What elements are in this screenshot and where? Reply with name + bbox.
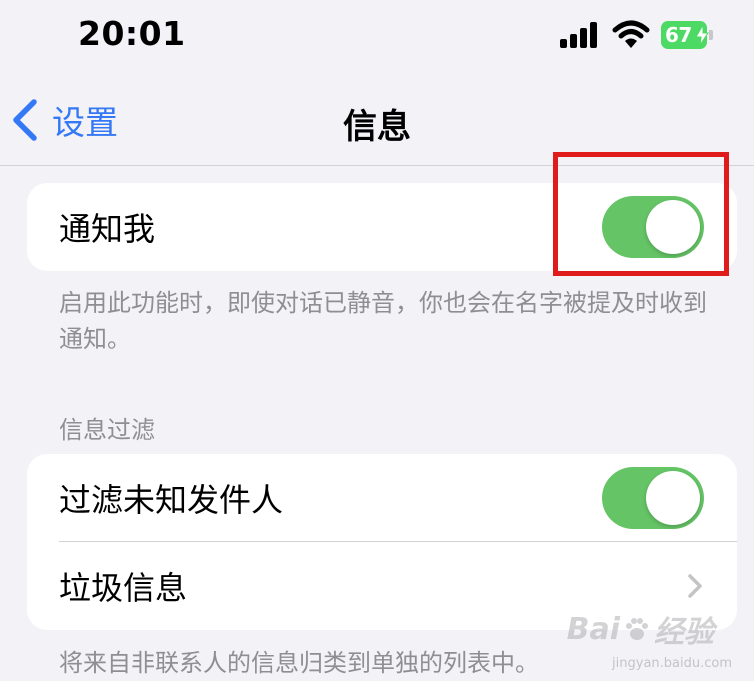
battery-tip: [709, 30, 713, 40]
signal-icon: [560, 22, 597, 48]
notify-me-toggle[interactable]: [602, 196, 704, 258]
page-title: 信息: [343, 107, 411, 147]
watermark-text-left: Bai: [566, 611, 620, 647]
filter-settings-group: 过滤未知发件人 垃圾信息: [27, 454, 737, 630]
junk-messages-label: 垃圾信息: [59, 569, 188, 607]
battery-icon: 67: [661, 21, 715, 49]
wifi-icon: [612, 20, 650, 48]
watermark-text-right: 经验: [654, 615, 714, 650]
mention-settings-group: 通知我: [27, 183, 737, 271]
chevron-right-icon: [688, 574, 702, 598]
notify-me-label: 通知我: [59, 210, 156, 248]
status-time: 20:01: [78, 14, 186, 53]
toggle-knob: [646, 200, 700, 254]
filter-unknown-row: 过滤未知发件人: [27, 454, 737, 542]
watermark-url: jingyan.baidu.com: [612, 656, 732, 671]
baidu-watermark: Bai 经验: [567, 607, 714, 651]
notify-me-row: 通知我: [27, 183, 737, 271]
notify-me-footer: 启用此功能时，即使对话已静音，你也会在名字被提及时收到通知。: [59, 289, 707, 353]
filter-unknown-toggle[interactable]: [602, 467, 704, 529]
toggle-knob: [646, 471, 700, 525]
navigation-bar: 设置 信息: [0, 75, 754, 166]
charging-bolt-icon: [695, 25, 709, 45]
filter-section-header: 信息过滤: [59, 416, 155, 444]
paw-icon: [626, 618, 648, 640]
filter-unknown-label: 过滤未知发件人: [59, 481, 284, 519]
status-bar: 20:01 67: [0, 0, 754, 75]
